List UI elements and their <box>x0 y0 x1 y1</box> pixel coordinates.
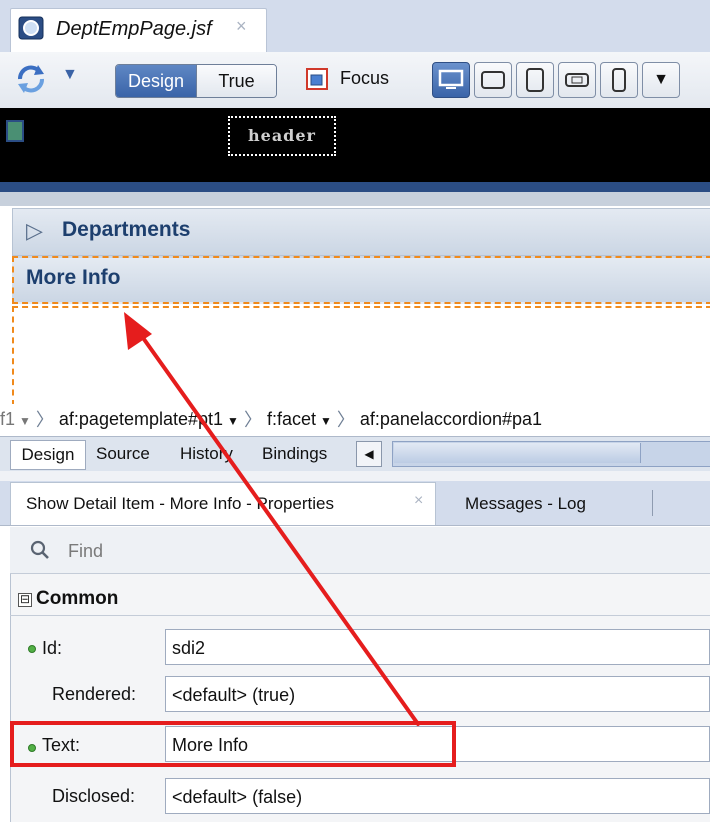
close-icon[interactable]: × <box>414 492 423 510</box>
tab-design[interactable]: Design <box>10 440 86 470</box>
breadcrumb-separator: 〉 <box>35 410 54 430</box>
canvas-separator <box>0 192 710 206</box>
tablet-landscape-icon[interactable] <box>474 62 512 98</box>
jsf-page-icon <box>18 16 44 40</box>
close-icon[interactable]: × <box>236 16 247 37</box>
rendered-field[interactable]: <default> (true) <box>165 676 710 712</box>
tab-properties-label: Show Detail Item - More Info - Propertie… <box>26 494 335 513</box>
focus-icon[interactable] <box>305 67 329 91</box>
header-facet[interactable]: header <box>228 116 336 156</box>
breadcrumb-separator: 〉 <box>243 410 262 430</box>
chevron-right-icon[interactable]: ▷ <box>26 218 43 244</box>
breadcrumb: f1 ▼ 〉 af:pagetemplate#pt1 ▼ 〉 f:facet ▼ 〉 … <box>0 404 710 434</box>
search-input[interactable] <box>66 536 690 566</box>
chevron-down-icon: ▼ <box>319 413 332 428</box>
panel-gap <box>0 471 710 481</box>
accordion-body-more-info[interactable] <box>12 306 710 406</box>
breadcrumb-item-f1[interactable]: f1 ▼ <box>0 409 31 430</box>
breadcrumb-item-pagetemplate[interactable]: af:pagetemplate#pt1 ▼ <box>59 409 239 430</box>
property-label-rendered: Rendered: <box>52 684 137 704</box>
section-title-common[interactable]: Common <box>36 588 118 610</box>
required-dot-icon <box>28 645 36 653</box>
chevron-down-icon: ▼ <box>653 71 669 88</box>
image-icon <box>6 120 24 142</box>
section-divider <box>10 615 710 616</box>
property-label-id: Id: <box>42 638 63 658</box>
page-header-region[interactable] <box>0 108 710 182</box>
tablet-portrait-icon[interactable] <box>516 62 554 98</box>
chevron-down-icon: ▼ <box>19 413 31 428</box>
annotation-highlight-box <box>10 721 456 767</box>
tab-divider <box>652 490 653 516</box>
desktop-icon[interactable] <box>432 62 470 98</box>
true-mode-button[interactable]: True <box>196 65 276 97</box>
id-field[interactable]: sdi2 <box>165 629 710 665</box>
refresh-icon[interactable] <box>14 62 48 96</box>
device-preview-group: ▼ <box>432 62 710 98</box>
breadcrumb-item-panelaccordion[interactable]: af:panelaccordion#pa1 <box>360 409 542 430</box>
tab-bindings[interactable]: Bindings <box>262 440 327 468</box>
design-true-toggle: Design True <box>115 64 277 98</box>
design-mode-button[interactable]: Design <box>116 65 196 97</box>
header-bottom-bar <box>0 182 710 192</box>
phone-landscape-icon[interactable] <box>558 62 596 98</box>
dropdown-icon[interactable]: ▼ <box>642 62 680 98</box>
tab-source[interactable]: Source <box>96 440 150 468</box>
property-label-disclosed: Disclosed: <box>52 786 136 806</box>
accordion-label-more-info: More Info <box>26 266 121 289</box>
tab-history[interactable]: History <box>180 440 233 468</box>
phone-portrait-icon[interactable] <box>600 62 638 98</box>
scrollbar-thumb[interactable] <box>394 443 641 463</box>
chevron-down-icon: ▼ <box>227 413 239 428</box>
scroll-left-button[interactable]: ◀ <box>356 441 382 467</box>
breadcrumb-separator: 〉 <box>336 410 355 430</box>
collapse-icon[interactable]: ⊟ <box>18 593 32 607</box>
breadcrumb-item-facet[interactable]: f:facet ▼ <box>267 409 332 430</box>
tab-messages-log[interactable]: Messages - Log <box>465 494 586 514</box>
disclosed-field[interactable]: <default> (false) <box>165 778 710 814</box>
editor-tab-title: DeptEmpPage.jsf <box>56 18 212 40</box>
focus-button[interactable]: Focus <box>340 68 389 89</box>
chevron-down-icon[interactable]: ▼ <box>62 66 78 84</box>
search-icon <box>30 540 49 559</box>
accordion-label-departments: Departments <box>62 218 191 241</box>
